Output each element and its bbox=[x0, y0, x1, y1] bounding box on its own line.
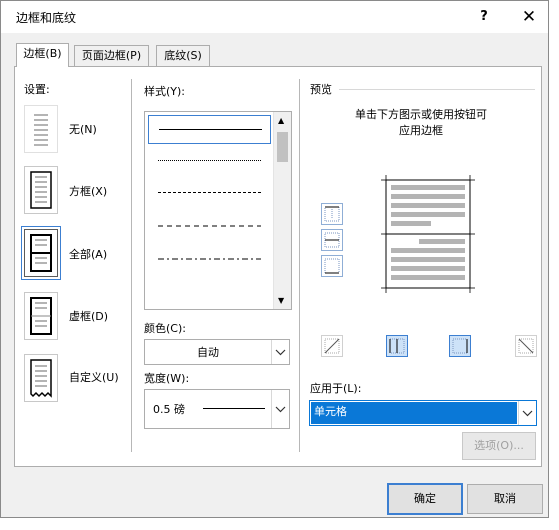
chevron-down-icon[interactable] bbox=[271, 340, 289, 364]
border-middle-button[interactable] bbox=[321, 229, 343, 251]
width-dropdown[interactable]: 0.5 磅 bbox=[144, 389, 290, 429]
setting-all-icon[interactable] bbox=[21, 226, 61, 280]
preview-instructions-line2: 应用边框 bbox=[399, 124, 443, 137]
width-value: 0.5 磅 bbox=[153, 403, 185, 416]
preview-rule bbox=[339, 89, 535, 90]
borders-and-shading-dialog: 边框和底纹 ? ✕ 边框(B) 页面边框(P) 底纹(S) 设置: 无(N) 方… bbox=[0, 0, 549, 518]
color-dropdown[interactable]: 自动 bbox=[144, 339, 290, 365]
width-sample-line bbox=[203, 408, 265, 409]
style-list-scrollbar[interactable]: ▲ ▼ bbox=[273, 112, 291, 309]
apply-to-dropdown[interactable]: 单元格 bbox=[309, 400, 537, 426]
preview-instructions-line1: 单击下方图示或使用按钮可 bbox=[355, 108, 487, 121]
border-diagonal-up-button[interactable] bbox=[321, 335, 343, 357]
scroll-down-icon[interactable]: ▼ bbox=[278, 296, 284, 305]
setting-grid-label[interactable]: 虚框(D) bbox=[69, 308, 108, 324]
divider-right bbox=[299, 79, 300, 452]
settings-heading: 设置: bbox=[24, 83, 50, 96]
style-option-solid[interactable] bbox=[148, 115, 271, 144]
divider-left bbox=[131, 79, 132, 452]
setting-none-label[interactable]: 无(N) bbox=[69, 121, 97, 137]
scroll-up-icon[interactable]: ▲ bbox=[278, 116, 284, 125]
preview-heading: 预览 bbox=[310, 83, 332, 96]
scroll-thumb[interactable] bbox=[277, 132, 288, 162]
border-top-button[interactable] bbox=[321, 203, 343, 225]
dialog-title: 边框和底纹 bbox=[16, 11, 77, 25]
ok-button[interactable]: 确定 bbox=[387, 483, 463, 515]
preview-instructions: 单击下方图示或使用按钮可 应用边框 bbox=[310, 107, 532, 139]
close-button[interactable]: ✕ bbox=[515, 5, 543, 29]
border-right-button[interactable] bbox=[449, 335, 471, 357]
style-option-dashed[interactable] bbox=[148, 213, 269, 240]
setting-custom-label[interactable]: 自定义(U) bbox=[69, 369, 119, 385]
chevron-down-icon[interactable] bbox=[518, 401, 536, 425]
style-option-dotted[interactable] bbox=[148, 147, 269, 174]
setting-custom-icon[interactable] bbox=[24, 354, 58, 402]
setting-box-icon[interactable] bbox=[24, 166, 58, 214]
options-button[interactable]: 选项(O)... bbox=[462, 432, 536, 460]
title-bar: 边框和底纹 ? ✕ bbox=[1, 1, 548, 33]
borders-tab-panel: 设置: 无(N) 方框(X) 全部(A) 虚框(D) 自定义(U) 样式(Y):… bbox=[14, 66, 542, 467]
cancel-button[interactable]: 取消 bbox=[467, 484, 543, 514]
apply-to-value: 单元格 bbox=[311, 402, 517, 424]
border-bottom-button[interactable] bbox=[321, 255, 343, 277]
color-value: 自动 bbox=[197, 346, 219, 359]
width-label: 宽度(W): bbox=[144, 372, 190, 385]
setting-none-icon[interactable] bbox=[24, 105, 58, 153]
chevron-down-icon[interactable] bbox=[271, 390, 289, 428]
border-left-button[interactable] bbox=[386, 335, 408, 357]
style-option-dashed-small[interactable] bbox=[148, 179, 269, 206]
tab-borders[interactable]: 边框(B) bbox=[16, 43, 69, 67]
style-option-dash-dot[interactable] bbox=[148, 246, 269, 273]
tab-page-border[interactable]: 页面边框(P) bbox=[74, 45, 149, 66]
dialog-body: 边框(B) 页面边框(P) 底纹(S) 设置: 无(N) 方框(X) 全部(A)… bbox=[1, 33, 548, 517]
color-label: 颜色(C): bbox=[144, 322, 186, 335]
setting-all-label[interactable]: 全部(A) bbox=[69, 246, 107, 262]
tab-shading[interactable]: 底纹(S) bbox=[156, 45, 210, 66]
preview-diagram[interactable] bbox=[381, 175, 475, 293]
style-heading: 样式(Y): bbox=[144, 85, 186, 98]
setting-grid-icon[interactable] bbox=[24, 292, 58, 340]
apply-to-label: 应用于(L): bbox=[310, 382, 362, 395]
setting-box-label[interactable]: 方框(X) bbox=[69, 183, 107, 199]
border-diagonal-down-button[interactable] bbox=[515, 335, 537, 357]
style-list[interactable]: ▲ ▼ bbox=[144, 111, 292, 310]
help-button[interactable]: ? bbox=[471, 6, 497, 28]
